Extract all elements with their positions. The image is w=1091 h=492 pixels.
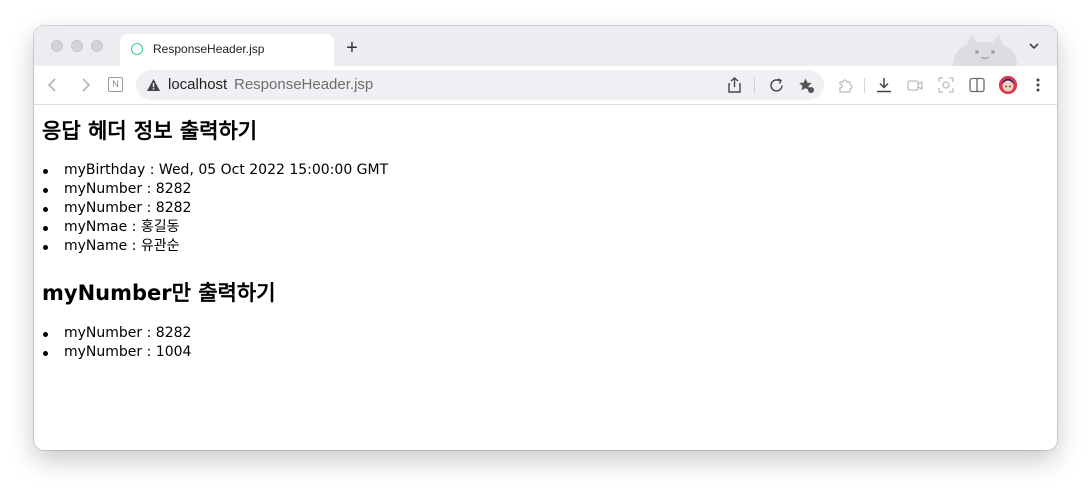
maximize-window-button[interactable] [91, 40, 103, 52]
header-name: myNumber [64, 181, 143, 197]
new-tab-button[interactable]: + [342, 38, 362, 58]
omnibox-divider [754, 78, 755, 93]
address-bar[interactable]: localhost ResponseHeader.jsp [136, 70, 824, 100]
header-name: myName [64, 238, 128, 254]
section-title: myNumber만 출력하기 [42, 281, 276, 305]
url-path: ResponseHeader.jsp [234, 76, 374, 93]
header-value: 8282 [155, 200, 192, 216]
header-value: 8282 [155, 181, 192, 197]
header-value: 1004 [155, 344, 192, 360]
toolbar-divider [864, 78, 865, 93]
list-item: myNumber : 1004 [42, 343, 191, 362]
header-list: myBirthday : Wed, 05 Oct 2022 15:00:00 G… [42, 161, 388, 256]
refresh-icon[interactable] [768, 77, 785, 94]
page-loading-icon [131, 43, 143, 55]
header-name: myNumber [64, 344, 143, 360]
warning-icon[interactable] [146, 78, 161, 92]
page-content: 응답 헤더 정보 출력하기 myBirthday : Wed, 05 Oct 2… [34, 105, 1057, 450]
header-name: myNumber [64, 200, 143, 216]
back-arrow-icon[interactable] [44, 76, 62, 94]
list-item: myNumber : 8282 [42, 324, 191, 343]
header-value: 유관순 [140, 238, 180, 254]
header-sep: : [127, 219, 141, 235]
header-sep: : [142, 325, 156, 341]
close-window-button[interactable] [51, 40, 63, 52]
share-icon[interactable] [726, 77, 743, 94]
url-host: localhost [168, 76, 228, 93]
profile-avatar[interactable] [999, 76, 1017, 94]
cat-mascot-icon [953, 34, 1017, 66]
more-menu-icon[interactable] [1033, 76, 1043, 94]
tab-response-header[interactable]: ResponseHeader.jsp [120, 34, 334, 66]
header-sep: : [142, 344, 156, 360]
browser-window: ResponseHeader.jsp + N localhost Respons… [34, 26, 1057, 450]
bookmark-star-icon[interactable] [798, 77, 815, 94]
header-sep: : [127, 238, 141, 254]
screenshot-icon[interactable] [937, 76, 955, 94]
download-icon[interactable] [875, 76, 893, 94]
minimize-window-button[interactable] [71, 40, 83, 52]
notion-extension-icon[interactable]: N [108, 77, 123, 92]
header-name: myNumber [64, 325, 143, 341]
list-item: myBirthday : Wed, 05 Oct 2022 15:00:00 G… [42, 161, 388, 180]
toolbar: N localhost ResponseHeader.jsp [34, 66, 1057, 105]
header-value: 홍길동 [140, 219, 180, 235]
header-name: myBirthday [64, 162, 146, 178]
number-header-list: myNumber : 8282 myNumber : 1004 [42, 324, 191, 362]
header-sep: : [145, 162, 159, 178]
header-name: myNmae [64, 219, 128, 235]
list-item: myNmae : 홍길동 [42, 218, 388, 237]
page-title: 응답 헤더 정보 출력하기 [42, 119, 258, 143]
puzzle-extension-icon[interactable] [836, 76, 854, 94]
chevron-down-icon[interactable] [1027, 39, 1041, 53]
tab-bar: ResponseHeader.jsp + [34, 26, 1057, 66]
list-item: myNumber : 8282 [42, 180, 388, 199]
header-value: 8282 [155, 325, 192, 341]
header-value: Wed, 05 Oct 2022 15:00:00 GMT [158, 162, 389, 178]
header-sep: : [142, 181, 156, 197]
avatar-face-icon [999, 76, 1017, 94]
video-icon[interactable] [906, 76, 924, 94]
forward-arrow-icon[interactable] [76, 76, 94, 94]
header-sep: : [142, 200, 156, 216]
list-item: myNumber : 8282 [42, 199, 388, 218]
tab-title: ResponseHeader.jsp [153, 42, 265, 56]
list-item: myName : 유관순 [42, 237, 388, 256]
split-view-icon[interactable] [968, 76, 986, 94]
